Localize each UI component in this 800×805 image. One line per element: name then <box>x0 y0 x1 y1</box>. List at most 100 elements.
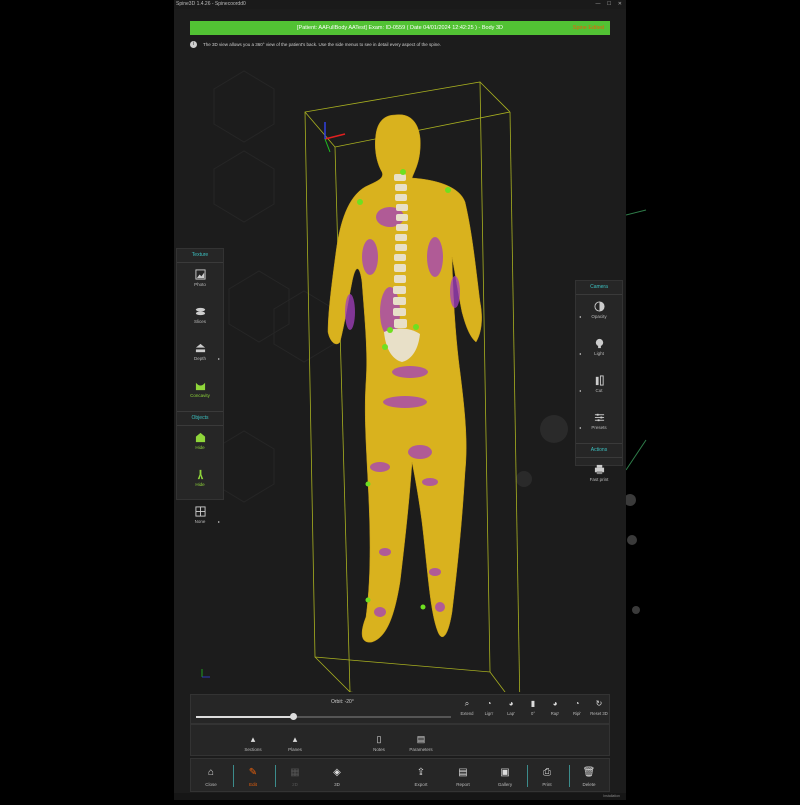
body-3d-render <box>201 81 521 713</box>
head-left-angle-icon: ◕ <box>508 699 514 708</box>
chevron-left-icon: ◂ <box>579 388 582 393</box>
chevron-left-icon: ◂ <box>579 425 582 430</box>
camera-cut-label: Cut <box>595 388 603 393</box>
zero-view-button[interactable]: ▮ 0° <box>522 697 544 723</box>
close-icon[interactable]: ✕ <box>618 1 622 7</box>
objects-hide-label-1: Hide <box>195 445 205 450</box>
objects-hide-spine-button[interactable]: Hide <box>177 432 223 463</box>
texture-concavity-label: Concavity <box>190 393 210 398</box>
head-right-angle-icon: ◕ <box>552 699 558 708</box>
notes-icon: ▯ <box>376 734 382 744</box>
delete-button[interactable]: 🗑 Delete <box>569 761 609 791</box>
status-text: Installation <box>603 794 620 798</box>
app-window: Spine3D 1.4.26 - Spinecoordd0 — ☐ ✕ [Pat… <box>174 0 626 800</box>
extend-button[interactable]: ⌕ Extend <box>456 697 478 723</box>
opacity-icon <box>593 301 605 312</box>
camera-actions-panel: Camera ◂ Opacity ◂ Light ◂ Cut ◂ Presets… <box>575 280 623 482</box>
trash-icon: 🗑 <box>582 767 596 778</box>
texture-photo-button[interactable]: Photo <box>177 269 223 300</box>
chevron-left-icon: ◂ <box>579 314 582 319</box>
camera-opacity-button[interactable]: ◂ Opacity <box>576 301 622 332</box>
figure-front-icon: ▮ <box>530 699 536 708</box>
export-button[interactable]: ⇪ Export <box>401 761 441 791</box>
orbit-slider[interactable] <box>196 713 451 720</box>
orbit-label: Orbit: -20° <box>331 699 354 705</box>
network-decoration <box>624 209 647 614</box>
texture-depth-button[interactable]: Depth ▸ <box>177 343 223 374</box>
lap-view-button[interactable]: ◕ Lap' <box>500 697 522 723</box>
sections-button[interactable]: ▴ Sections <box>233 727 273 755</box>
camera-presets-button[interactable]: ◂ Presets <box>576 412 622 443</box>
chevron-left-icon: ◂ <box>579 351 582 356</box>
grid-icon <box>194 506 206 517</box>
depth-icon <box>195 343 205 353</box>
report-icon: ▤ <box>458 767 468 778</box>
chevron-right-icon: ▸ <box>217 356 220 361</box>
view-3d-button[interactable]: ◈ 3D <box>317 761 357 791</box>
planes-label: Planes <box>288 747 302 752</box>
edit-button[interactable]: ✎ Edit <box>233 761 273 791</box>
gallery-button[interactable]: ▣ Gallery <box>485 761 525 791</box>
status-badge: Spine Edited <box>572 25 604 31</box>
view-buttons: ⌕ Extend ◔ Lign' ◕ Lap' ▮ 0° ◕ Rap' ◔ Ripi' ↻ R… <box>456 697 611 723</box>
texture-slices-label: Slices <box>193 319 206 324</box>
actions-title: Actions <box>576 443 622 458</box>
sections-label: Sections <box>244 747 262 752</box>
concavity-icon <box>195 382 205 391</box>
export-label: Export <box>414 782 428 787</box>
parameters-label: Parameters <box>409 747 433 752</box>
reset-icon: ↻ <box>595 699 603 708</box>
objects-none-label: None <box>194 519 206 524</box>
texture-depth-label: Depth <box>193 356 206 361</box>
export-icon: ⇪ <box>416 767 426 778</box>
print-button[interactable]: ⎙ Print <box>527 761 567 791</box>
edit-icon: ✎ <box>248 767 258 778</box>
orbit-slider-fill <box>196 716 293 718</box>
rap-view-button[interactable]: ◕ Rap' <box>544 697 566 723</box>
print-label: Print <box>542 782 552 787</box>
camera-light-button[interactable]: ◂ Light <box>576 338 622 369</box>
objects-none-button[interactable]: None ▸ <box>177 506 223 537</box>
head-right-icon: ◔ <box>574 699 580 708</box>
parameters-icon: ▤ <box>416 734 426 744</box>
objects-hide-label-2: Hide <box>195 482 205 487</box>
close-button[interactable]: ⌂ Close <box>191 761 231 791</box>
notes-button[interactable]: ▯ Notes <box>359 727 399 755</box>
printer-icon <box>594 464 604 475</box>
parameters-button[interactable]: ▤ Parameters <box>401 727 441 755</box>
objects-hide-points-button[interactable]: Hide <box>177 469 223 500</box>
rap-label: Rap' <box>550 711 560 716</box>
view-3d-label: 3D <box>334 782 340 787</box>
3d-cube-icon: ◈ <box>333 767 341 778</box>
texture-photo-label: Photo <box>194 282 206 287</box>
info-text: The 3D view allows you a 360° view of th… <box>203 42 442 47</box>
reset-3d-button[interactable]: ↻ Reset 3D <box>588 697 610 723</box>
maximize-icon[interactable]: ☐ <box>607 1 611 7</box>
minimize-icon[interactable]: — <box>596 1 601 7</box>
body-model <box>327 114 482 643</box>
texture-title: Texture <box>177 249 223 263</box>
view-2d-button[interactable]: ▦ 2D <box>275 761 315 791</box>
extend-label: Extend <box>460 711 474 716</box>
lign-view-button[interactable]: ◔ Lign' <box>478 697 500 723</box>
title-bar: Spine3D 1.4.26 - Spinecoordd0 — ☐ ✕ <box>174 0 626 9</box>
fast-print-button[interactable]: Fast print <box>576 464 622 495</box>
texture-slices-button[interactable]: Slices <box>177 306 223 337</box>
ripi-label: Ripi' <box>572 711 581 716</box>
lap-label: Lap' <box>507 711 515 716</box>
orbit-slider-handle[interactable] <box>289 713 297 720</box>
planes-button[interactable]: ▴ Planes <box>275 727 315 755</box>
close-label: Close <box>205 782 217 787</box>
report-button[interactable]: ▤ Report <box>443 761 483 791</box>
body-3d-viewport[interactable] <box>190 52 610 713</box>
spine-object-icon <box>195 432 205 443</box>
ripi-view-button[interactable]: ◔ Ripi' <box>566 697 588 723</box>
texture-concavity-button[interactable]: Concavity <box>177 380 223 411</box>
main-toolbar: ⌂ Close ✎ Edit ▦ 2D ◈ 3D ⇪ Export ▤ Report ▣ Ga… <box>190 758 610 792</box>
edit-label: Edit <box>249 782 257 787</box>
camera-cut-button[interactable]: ◂ Cut <box>576 375 622 406</box>
info-icon: i <box>190 41 197 49</box>
view-2d-label: 2D <box>292 782 298 787</box>
2d-icon: ▦ <box>290 767 300 778</box>
lign-label: Lign' <box>484 711 494 716</box>
